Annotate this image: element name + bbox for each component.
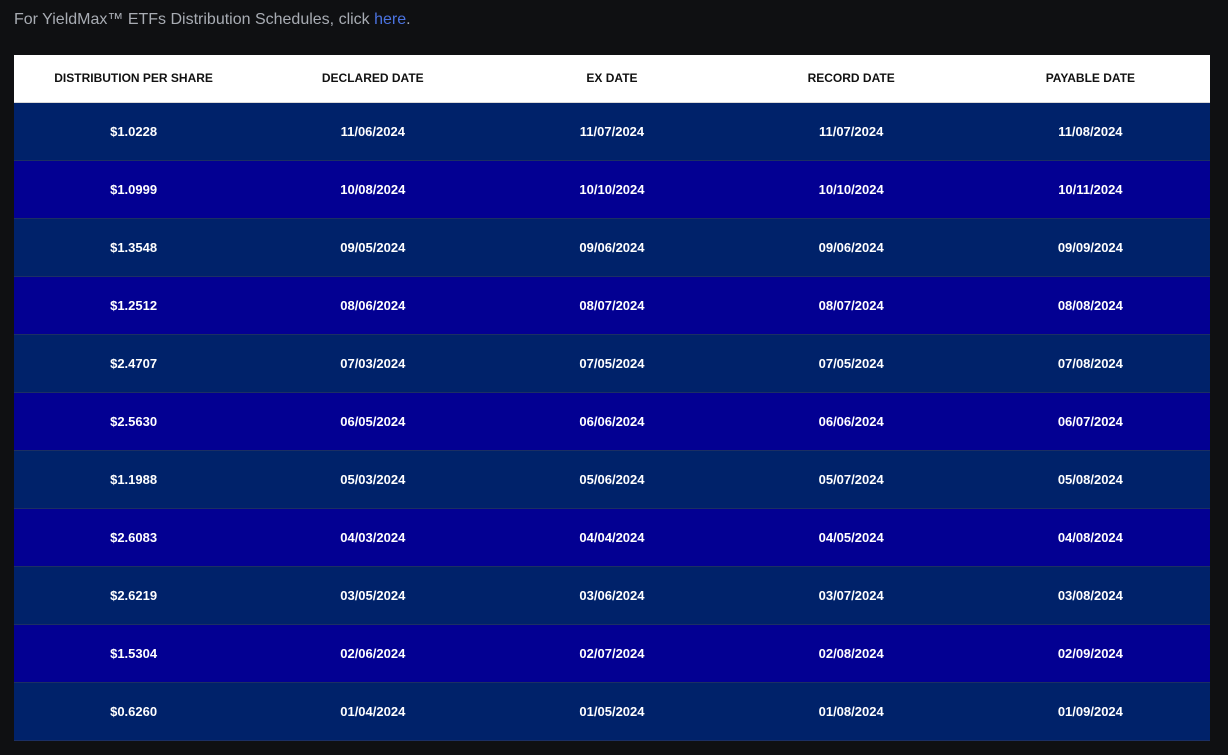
ex-date-cell: 02/07/2024	[492, 624, 732, 683]
distribution-per-share-cell: $0.6260	[14, 682, 254, 741]
header-distribution-per-share: DISTRIBUTION PER SHARE	[14, 55, 254, 103]
intro-suffix: .	[406, 11, 411, 28]
payable-date-cell: 10/11/2024	[970, 160, 1210, 219]
table-row: $2.4707 07/03/2024 07/05/2024 07/05/2024 07/…	[14, 334, 1210, 393]
record-date-cell: 01/08/2024	[731, 682, 971, 741]
declared-date-cell: 04/03/2024	[253, 508, 493, 567]
record-date-cell: 05/07/2024	[731, 450, 971, 509]
declared-date-cell: 05/03/2024	[253, 450, 493, 509]
payable-date-cell: 05/08/2024	[970, 450, 1210, 509]
ex-date-cell: 07/05/2024	[492, 334, 732, 393]
header-ex-date: EX DATE	[492, 55, 732, 103]
table-row: $1.0228 11/06/2024 11/07/2024 11/07/2024 11/…	[14, 102, 1210, 161]
distribution-per-share-cell: $1.1988	[14, 450, 254, 509]
distribution-per-share-cell: $2.6083	[14, 508, 254, 567]
payable-date-cell: 04/08/2024	[970, 508, 1210, 567]
declared-date-cell: 08/06/2024	[253, 276, 493, 335]
distribution-per-share-cell: $1.2512	[14, 276, 254, 335]
ex-date-cell: 08/07/2024	[492, 276, 732, 335]
payable-date-cell: 03/08/2024	[970, 566, 1210, 625]
payable-date-cell: 01/09/2024	[970, 682, 1210, 741]
distribution-per-share-cell: $1.0999	[14, 160, 254, 219]
table-row: $1.1988 05/03/2024 05/06/2024 05/07/2024 05/…	[14, 450, 1210, 509]
declared-date-cell: 09/05/2024	[253, 218, 493, 277]
ex-date-cell: 05/06/2024	[492, 450, 732, 509]
distribution-per-share-cell: $2.6219	[14, 566, 254, 625]
distribution-table-container: DISTRIBUTION PER SHARE DECLARED DATE EX …	[14, 55, 1210, 755]
payable-date-cell: 07/08/2024	[970, 334, 1210, 393]
header-payable-date: PAYABLE DATE	[970, 55, 1210, 103]
table-row: $1.2512 08/06/2024 08/07/2024 08/07/2024 08/…	[14, 276, 1210, 335]
ex-date-cell: 03/06/2024	[492, 566, 732, 625]
declared-date-cell: 01/04/2024	[253, 682, 493, 741]
table-header: DISTRIBUTION PER SHARE DECLARED DATE EX …	[14, 55, 1210, 103]
ex-date-cell: 11/07/2024	[492, 102, 732, 161]
declared-date-cell: 11/06/2024	[253, 102, 493, 161]
record-date-cell: 11/07/2024	[731, 102, 971, 161]
table-row: $2.5630 06/05/2024 06/06/2024 06/06/2024 06/…	[14, 392, 1210, 451]
distribution-per-share-cell: $1.3548	[14, 218, 254, 277]
intro-text: For YieldMax™ ETFs Distribution Schedule…	[14, 11, 375, 28]
ex-date-cell: 09/06/2024	[492, 218, 732, 277]
distribution-schedule-note: For YieldMax™ ETFs Distribution Schedule…	[14, 10, 411, 30]
payable-date-cell: 08/08/2024	[970, 276, 1210, 335]
header-declared-date: DECLARED DATE	[253, 55, 493, 103]
table-row: $1.0999 10/08/2024 10/10/2024 10/10/2024 10/…	[14, 160, 1210, 219]
payable-date-cell: 09/09/2024	[970, 218, 1210, 277]
declared-date-cell: 06/05/2024	[253, 392, 493, 451]
distribution-per-share-cell: $2.4707	[14, 334, 254, 393]
declared-date-cell: 07/03/2024	[253, 334, 493, 393]
payable-date-cell: 06/07/2024	[970, 392, 1210, 451]
table-row: $2.6219 03/05/2024 03/06/2024 03/07/2024 03/…	[14, 566, 1210, 625]
payable-date-cell: 11/08/2024	[970, 102, 1210, 161]
declared-date-cell: 10/08/2024	[253, 160, 493, 219]
table-row: $2.6083 04/03/2024 04/04/2024 04/05/2024 04/…	[14, 508, 1210, 567]
table-row: $1.3548 09/05/2024 09/06/2024 09/06/2024 09/…	[14, 218, 1210, 277]
ex-date-cell: 06/06/2024	[492, 392, 732, 451]
record-date-cell: 06/06/2024	[731, 392, 971, 451]
table-row: $1.5304 02/06/2024 02/07/2024 02/08/2024 02/…	[14, 624, 1210, 683]
table-body: $1.0228 11/06/2024 11/07/2024 11/07/2024 11/…	[14, 102, 1210, 741]
distribution-per-share-cell: $1.0228	[14, 102, 254, 161]
distribution-table: DISTRIBUTION PER SHARE DECLARED DATE EX …	[14, 55, 1210, 741]
distribution-per-share-cell: $2.5630	[14, 392, 254, 451]
record-date-cell: 10/10/2024	[731, 160, 971, 219]
record-date-cell: 02/08/2024	[731, 624, 971, 683]
record-date-cell: 03/07/2024	[731, 566, 971, 625]
here-link[interactable]: here	[374, 11, 406, 28]
record-date-cell: 04/05/2024	[731, 508, 971, 567]
record-date-cell: 08/07/2024	[731, 276, 971, 335]
ex-date-cell: 10/10/2024	[492, 160, 732, 219]
header-record-date: RECORD DATE	[731, 55, 971, 103]
table-row: $0.6260 01/04/2024 01/05/2024 01/08/2024 01/…	[14, 682, 1210, 741]
ex-date-cell: 04/04/2024	[492, 508, 732, 567]
distribution-per-share-cell: $1.5304	[14, 624, 254, 683]
payable-date-cell: 02/09/2024	[970, 624, 1210, 683]
declared-date-cell: 02/06/2024	[253, 624, 493, 683]
record-date-cell: 09/06/2024	[731, 218, 971, 277]
header-row: DISTRIBUTION PER SHARE DECLARED DATE EX …	[14, 55, 1210, 103]
ex-date-cell: 01/05/2024	[492, 682, 732, 741]
record-date-cell: 07/05/2024	[731, 334, 971, 393]
declared-date-cell: 03/05/2024	[253, 566, 493, 625]
